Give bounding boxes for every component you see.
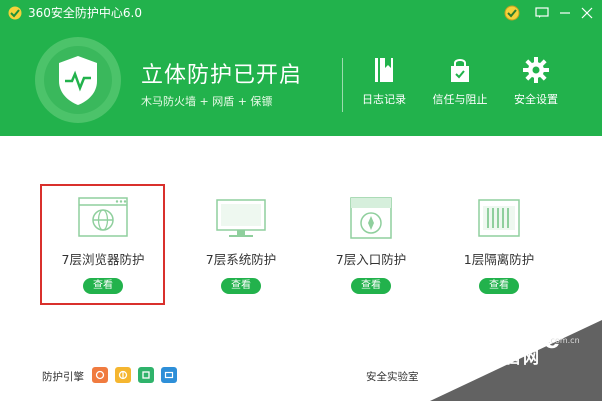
- card-system-protection: 7层系统防护 查看: [180, 186, 302, 304]
- title-bar: 360安全防护中心6.0: [0, 0, 602, 26]
- header-divider: [342, 58, 343, 112]
- minimize-icon[interactable]: [556, 4, 574, 22]
- window-title: 360安全防护中心6.0: [28, 6, 142, 20]
- log-book-icon: [375, 58, 393, 82]
- app-logo-icon: [8, 6, 22, 20]
- card-entry-protection: 7层入口防护 查看: [310, 186, 432, 304]
- card-system-protection-label: 7层系统防护: [205, 252, 277, 267]
- card-isolation-protection: 1层隔离防护 查看: [438, 186, 560, 304]
- protection-components: 木马防火墙 + 网盾 + 保镖: [141, 95, 273, 108]
- engine-ai-icon[interactable]: [161, 367, 177, 383]
- shield-status-icon: [35, 37, 121, 123]
- view-system-protection-button[interactable]: 查看: [221, 278, 261, 294]
- engine-system-repair-icon[interactable]: [138, 367, 154, 383]
- isolation-icon: [478, 199, 520, 237]
- engine-cloud-icon[interactable]: [92, 367, 108, 383]
- protection-engine-label: 防护引擎: [42, 371, 84, 383]
- user-badge-icon[interactable]: [503, 4, 521, 22]
- highlight-box: [40, 184, 165, 305]
- engine-qvm-icon[interactable]: [115, 367, 131, 383]
- security-settings-label: 安全设置: [514, 93, 558, 106]
- gear-icon: [523, 57, 549, 83]
- security-settings-button[interactable]: 安全设置: [501, 56, 571, 116]
- trust-block-label: 信任与阻止: [432, 93, 488, 106]
- card-entry-protection-label: 7层入口防护: [335, 252, 407, 267]
- protection-status-title: 立体防护已开启: [141, 63, 303, 88]
- watermark-domain: .com.cn: [548, 336, 580, 345]
- view-isolation-protection-button[interactable]: 查看: [479, 278, 519, 294]
- watermark-tagline: 太平洋电脑网: [428, 348, 543, 367]
- trust-block-button[interactable]: 信任与阻止: [425, 56, 495, 116]
- monitor-icon: [216, 199, 266, 237]
- lock-bag-icon: [451, 59, 469, 82]
- log-records-button[interactable]: 日志记录: [349, 56, 419, 116]
- header-banner: 360安全防护中心6.0 立体防护已开启 木马防火墙 + 网盾 + 保镖 日志记…: [0, 0, 602, 136]
- card-isolation-protection-label: 1层隔离防护: [463, 252, 535, 267]
- log-records-label: 日志记录: [362, 93, 406, 106]
- view-entry-protection-button[interactable]: 查看: [351, 278, 391, 294]
- entry-compass-icon: [350, 197, 392, 239]
- security-lab-link[interactable]: 安全实验室: [366, 370, 419, 384]
- feedback-icon[interactable]: [533, 4, 551, 22]
- close-icon[interactable]: [578, 4, 596, 22]
